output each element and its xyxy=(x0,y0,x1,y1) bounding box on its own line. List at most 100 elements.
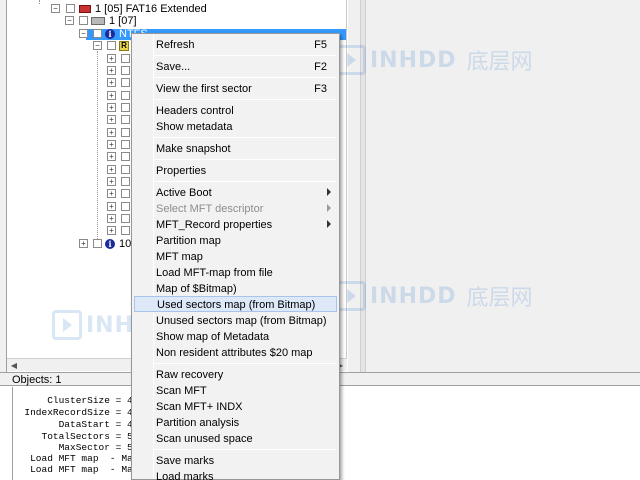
menu-item-refresh[interactable]: Refresh F5 xyxy=(134,37,337,53)
item-checkbox[interactable] xyxy=(121,165,130,174)
menu-item-partition-analysis[interactable]: Partition analysis xyxy=(134,415,337,431)
expand-icon[interactable]: + xyxy=(107,165,116,174)
submenu-arrow-icon xyxy=(327,188,331,196)
menu-item-load-mft-map[interactable]: Load MFT-map from file xyxy=(134,265,337,281)
tree-item-label: 1 [07] xyxy=(109,15,137,27)
info-line: DataStart = 40 xyxy=(13,419,139,430)
menu-separator xyxy=(154,159,336,160)
item-checkbox[interactable] xyxy=(66,4,75,13)
menu-item-view-first-sector[interactable]: View the first sector F3 xyxy=(134,81,337,97)
item-checkbox[interactable] xyxy=(121,152,130,161)
menu-item-shortcut: F2 xyxy=(314,61,327,73)
item-checkbox[interactable] xyxy=(79,16,88,25)
info-line: Load MFT map - Ma xyxy=(13,453,133,464)
left-splitter[interactable] xyxy=(0,0,7,372)
expand-icon[interactable]: + xyxy=(107,189,116,198)
tree-item-partition-07[interactable]: − 1 [07] xyxy=(7,15,346,27)
item-checkbox[interactable] xyxy=(121,214,130,223)
expand-icon[interactable]: + xyxy=(79,239,88,248)
collapse-icon[interactable]: − xyxy=(51,4,60,13)
collapse-icon[interactable]: − xyxy=(93,41,102,50)
expand-icon[interactable]: + xyxy=(107,152,116,161)
menu-item-label: Show metadata xyxy=(156,121,233,133)
item-checkbox[interactable] xyxy=(121,66,130,75)
expand-icon[interactable]: + xyxy=(107,54,116,63)
menu-item-active-boot[interactable]: Active Boot xyxy=(134,185,337,201)
menu-item-used-sectors-map[interactable]: Used sectors map (from Bitmap) xyxy=(134,296,337,312)
expand-icon[interactable]: + xyxy=(107,115,116,124)
menu-item-label: Make snapshot xyxy=(156,143,231,155)
menu-separator xyxy=(154,137,336,138)
menu-item-scan-unused-space[interactable]: Scan unused space xyxy=(134,431,337,447)
expand-icon[interactable]: + xyxy=(107,103,116,112)
menu-item-mft-map[interactable]: MFT map xyxy=(134,249,337,265)
collapse-icon[interactable]: − xyxy=(79,29,88,38)
menu-item-raw-recovery[interactable]: Raw recovery xyxy=(134,367,337,383)
menu-item-label: Used sectors map (from Bitmap) xyxy=(157,299,316,311)
item-checkbox[interactable] xyxy=(121,226,130,235)
menu-item-scan-mft[interactable]: Scan MFT xyxy=(134,383,337,399)
item-checkbox[interactable] xyxy=(121,177,130,186)
item-checkbox[interactable] xyxy=(121,202,130,211)
item-checkbox[interactable] xyxy=(93,29,102,38)
item-checkbox[interactable] xyxy=(121,91,130,100)
menu-item-save[interactable]: Save... F2 xyxy=(134,59,337,75)
info-line: IndexRecordSize = 40 xyxy=(13,407,139,418)
expand-icon[interactable]: + xyxy=(107,202,116,211)
context-menu[interactable]: Refresh F5 Save... F2 View the first sec… xyxy=(131,33,340,480)
menu-item-properties[interactable]: Properties xyxy=(134,163,337,179)
collapse-icon[interactable]: − xyxy=(65,16,74,25)
menu-item-map-of-bitmap[interactable]: Map of $Bitmap) xyxy=(134,281,337,297)
menu-item-show-metadata[interactable]: Show metadata xyxy=(134,119,337,135)
expand-icon[interactable]: + xyxy=(107,66,116,75)
menu-separator xyxy=(154,181,336,182)
tree-item-label: 10 xyxy=(119,238,132,250)
item-checkbox[interactable] xyxy=(121,54,130,63)
expand-icon[interactable]: + xyxy=(107,214,116,223)
menu-item-scan-mft-indx[interactable]: Scan MFT+ INDX xyxy=(134,399,337,415)
menu-item-label: Headers control xyxy=(156,105,234,117)
menu-item-load-marks[interactable]: Load marks xyxy=(134,469,337,480)
menu-separator xyxy=(154,99,336,100)
item-checkbox[interactable] xyxy=(107,41,116,50)
menu-item-label: Save marks xyxy=(156,455,215,467)
menu-item-headers-control[interactable]: Headers control xyxy=(134,103,337,119)
menu-item-label: Scan MFT+ INDX xyxy=(156,401,243,413)
menu-item-mft-record-properties[interactable]: MFT_Record properties xyxy=(134,217,337,233)
menu-item-make-snapshot[interactable]: Make snapshot xyxy=(134,141,337,157)
scroll-left-icon[interactable]: ◀ xyxy=(9,361,19,370)
menu-item-label: Properties xyxy=(156,165,207,177)
menu-item-label: Load marks xyxy=(156,471,214,480)
tree-item-label: 1 [05] FAT16 Extended xyxy=(95,3,207,15)
item-checkbox[interactable] xyxy=(121,78,130,87)
vertical-splitter[interactable] xyxy=(360,0,366,372)
expand-icon[interactable]: + xyxy=(107,140,116,149)
item-checkbox[interactable] xyxy=(121,115,130,124)
objects-count-label: Objects: 1 xyxy=(12,374,62,386)
expand-icon[interactable]: + xyxy=(107,91,116,100)
menu-item-partition-map[interactable]: Partition map xyxy=(134,233,337,249)
menu-item-select-mft-descriptor: Select MFT descriptor xyxy=(134,201,337,217)
item-checkbox[interactable] xyxy=(121,128,130,137)
item-checkbox[interactable] xyxy=(121,103,130,112)
expand-icon[interactable]: + xyxy=(107,128,116,137)
item-checkbox[interactable] xyxy=(121,140,130,149)
submenu-arrow-icon xyxy=(327,204,331,212)
menu-item-unused-sectors-map[interactable]: Unused sectors map (from Bitmap) xyxy=(134,313,337,329)
item-checkbox[interactable] xyxy=(121,189,130,198)
right-panel xyxy=(348,0,640,372)
menu-item-label: Partition map xyxy=(156,235,221,247)
menu-item-non-resident-attributes-map[interactable]: Non resident attributes $20 map xyxy=(134,345,337,361)
info-line: TotalSectors = 56 xyxy=(13,431,139,442)
tree-item-fat16-extended[interactable]: − 1 [05] FAT16 Extended xyxy=(7,3,346,15)
expand-icon[interactable]: + xyxy=(107,226,116,235)
menu-item-show-map-of-metadata[interactable]: Show map of Metadata xyxy=(134,329,337,345)
drive-icon xyxy=(91,17,105,25)
expand-icon[interactable]: + xyxy=(107,177,116,186)
menu-item-save-marks[interactable]: Save marks xyxy=(134,453,337,469)
item-checkbox[interactable] xyxy=(93,239,102,248)
info-line: MaxSector = 56 xyxy=(13,442,139,453)
expand-icon[interactable]: + xyxy=(107,78,116,87)
menu-item-label: Unused sectors map (from Bitmap) xyxy=(156,315,327,327)
partition-icon xyxy=(79,5,91,13)
